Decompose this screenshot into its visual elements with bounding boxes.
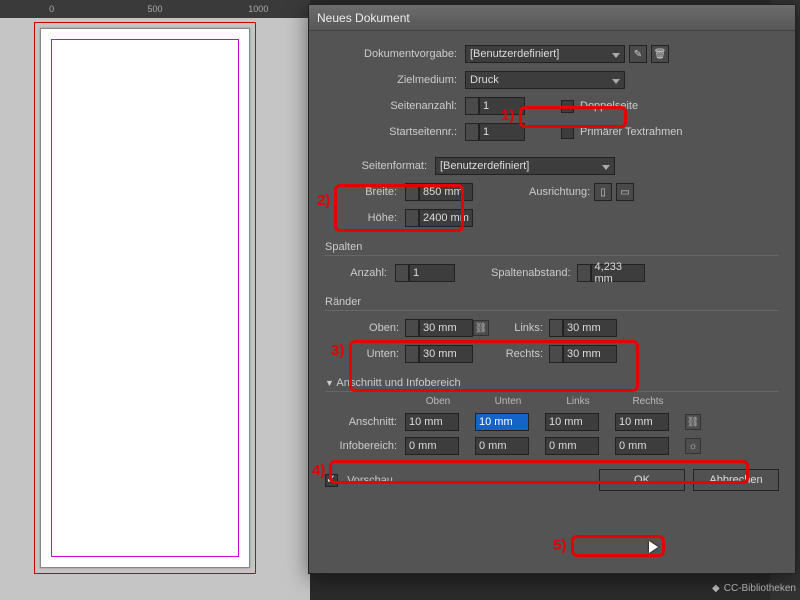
preset-dropdown[interactable]: [Benutzerdefiniert]: [465, 45, 625, 63]
margin-right-label: Rechts:: [499, 348, 549, 360]
ok-button[interactable]: OK: [599, 469, 685, 491]
bleed-col-left: Links: [545, 396, 611, 407]
facing-pages-label: Doppelseite: [580, 100, 638, 112]
width-input[interactable]: 850 mm: [419, 183, 473, 201]
height-input[interactable]: 2400 mm: [419, 209, 473, 227]
columns-section-title: Spalten: [325, 241, 779, 256]
slug-row-label: Infobereich:: [325, 440, 401, 452]
intent-dropdown[interactable]: Druck: [465, 71, 625, 89]
width-spinner[interactable]: [405, 183, 419, 201]
preview-checkbox[interactable]: [325, 474, 338, 487]
margin-left-input[interactable]: 30 mm: [563, 319, 617, 337]
bleed-col-right: Rechts: [615, 396, 681, 407]
dialog-titlebar[interactable]: Neues Dokument: [309, 5, 795, 31]
margin-top-label: Oben:: [355, 322, 405, 334]
primary-textframe-checkbox[interactable]: [561, 126, 574, 139]
orientation-portrait-icon[interactable]: ▯: [594, 183, 612, 201]
ruler-tick: 0: [0, 4, 103, 14]
mouse-cursor-icon: [649, 541, 658, 553]
preview-label: Vorschau: [347, 474, 393, 486]
gutter-input[interactable]: 4,233 mm: [591, 264, 645, 282]
pages-label: Seitenanzahl:: [325, 100, 465, 112]
slug-left-input[interactable]: 0 mm: [545, 437, 599, 455]
slug-bottom-input[interactable]: 0 mm: [475, 437, 529, 455]
margin-right-spinner[interactable]: [549, 345, 563, 363]
ruler-tick: 1000: [207, 4, 310, 14]
ruler-horizontal: 0 500 1000: [0, 0, 310, 18]
orientation-landscape-icon[interactable]: ▭: [616, 183, 634, 201]
pages-spinner[interactable]: [465, 97, 479, 115]
bleed-right-input[interactable]: 10 mm: [615, 413, 669, 431]
save-preset-icon[interactable]: ✎: [629, 45, 647, 63]
ruler-tick: 500: [103, 4, 206, 14]
margin-right-input[interactable]: 30 mm: [563, 345, 617, 363]
slug-top-input[interactable]: 0 mm: [405, 437, 459, 455]
slug-right-input[interactable]: 0 mm: [615, 437, 669, 455]
margin-bottom-label: Unten:: [355, 348, 405, 360]
pagesize-label: Seitenformat:: [325, 160, 435, 172]
new-document-dialog: Neues Dokument Dokumentvorgabe: [Benutze…: [308, 4, 796, 574]
orientation-label: Ausrichtung:: [529, 186, 590, 198]
bleed-left-input[interactable]: 10 mm: [545, 413, 599, 431]
pagesize-dropdown[interactable]: [Benutzerdefiniert]: [435, 157, 615, 175]
delete-preset-icon[interactable]: 🗑: [651, 45, 669, 63]
dialog-title: Neues Dokument: [317, 11, 410, 25]
gutter-spinner[interactable]: [577, 264, 591, 282]
document-page[interactable]: [40, 28, 250, 568]
margin-top-spinner[interactable]: [405, 319, 419, 337]
margins-section-title: Ränder: [325, 296, 779, 311]
margin-left-label: Links:: [499, 322, 549, 334]
margins-link-icon[interactable]: ⛓: [473, 320, 489, 336]
width-label: Breite:: [325, 186, 405, 198]
gutter-label: Spaltenabstand:: [491, 267, 571, 279]
bleed-top-input[interactable]: 10 mm: [405, 413, 459, 431]
margin-top-input[interactable]: 30 mm: [419, 319, 473, 337]
height-spinner[interactable]: [405, 209, 419, 227]
height-label: Höhe:: [325, 212, 405, 224]
columns-count-input[interactable]: 1: [409, 264, 455, 282]
canvas-area: 0 500 1000: [0, 0, 310, 600]
intent-label: Zielmedium:: [325, 74, 465, 86]
bleed-col-top: Oben: [405, 396, 471, 407]
startpage-label: Startseitennr.:: [325, 126, 465, 138]
preset-label: Dokumentvorgabe:: [325, 48, 465, 60]
bleed-section-title[interactable]: Anschnitt und Infobereich: [325, 377, 779, 392]
bleed-row-label: Anschnitt:: [325, 416, 401, 428]
cc-libraries-tab[interactable]: ◆CC-Bibliotheken: [712, 583, 796, 594]
cancel-button[interactable]: Abbrechen: [693, 469, 779, 491]
slug-link-icon[interactable]: ☼: [685, 438, 701, 454]
startpage-spinner[interactable]: [465, 123, 479, 141]
margin-left-spinner[interactable]: [549, 319, 563, 337]
margin-bottom-input[interactable]: 30 mm: [419, 345, 473, 363]
facing-pages-checkbox[interactable]: [561, 100, 574, 113]
bleed-link-icon[interactable]: ⛓: [685, 414, 701, 430]
startpage-input[interactable]: 1: [479, 123, 525, 141]
bleed-bottom-input[interactable]: 10 mm: [475, 413, 529, 431]
bleed-col-bottom: Unten: [475, 396, 541, 407]
columns-count-spinner[interactable]: [395, 264, 409, 282]
primary-textframe-label: Primärer Textrahmen: [580, 126, 683, 138]
pages-input[interactable]: 1: [479, 97, 525, 115]
margin-bottom-spinner[interactable]: [405, 345, 419, 363]
annotation-number-5: 5): [553, 537, 566, 554]
columns-count-label: Anzahl:: [325, 267, 395, 279]
